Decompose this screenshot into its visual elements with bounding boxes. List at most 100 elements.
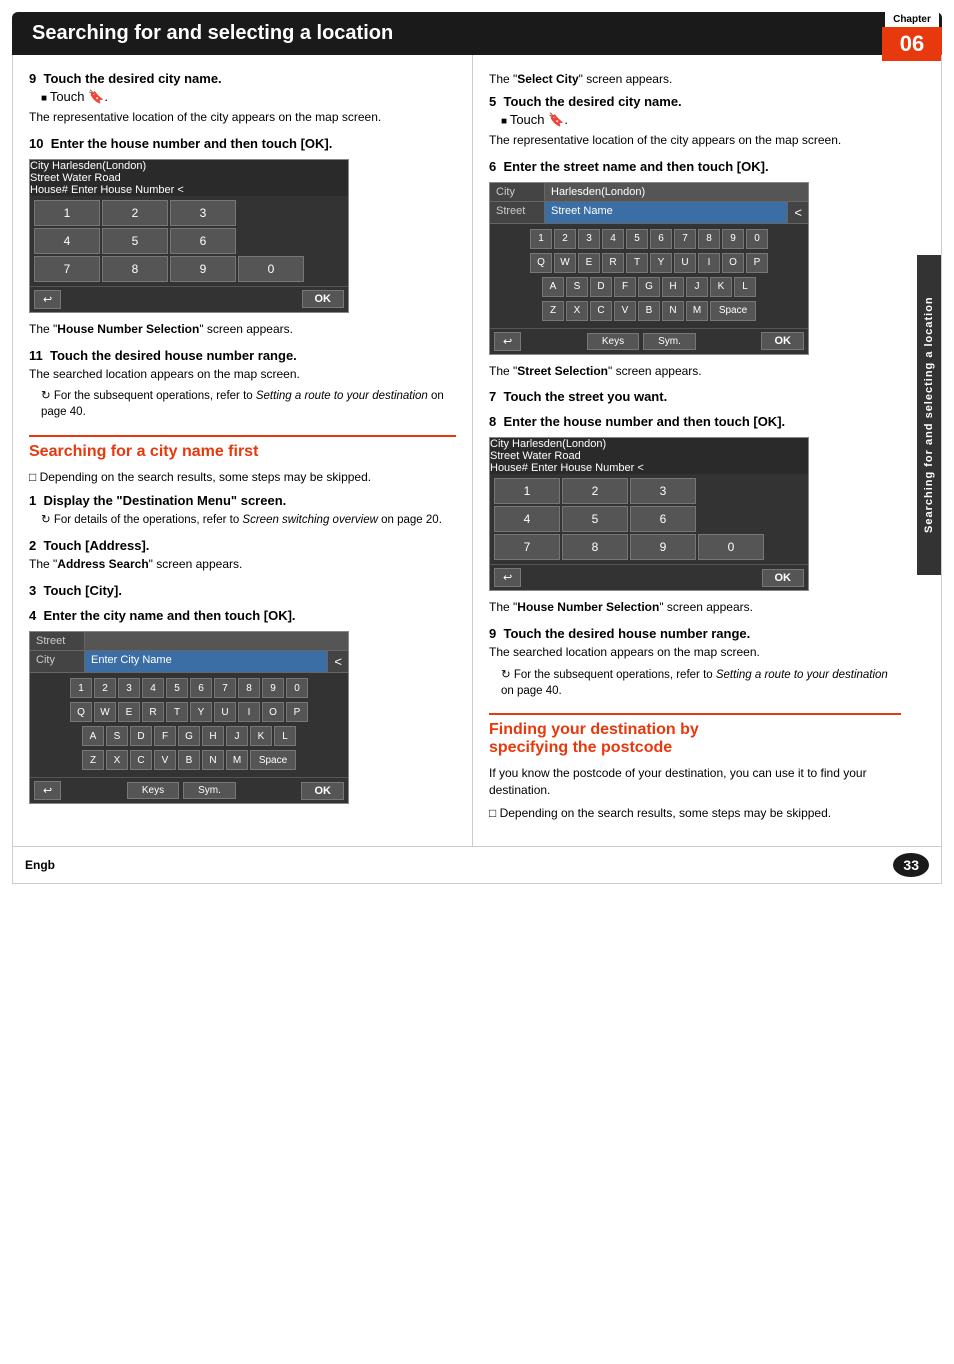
key-k-st[interactable]: K <box>710 277 732 297</box>
key-s-city[interactable]: S <box>106 726 128 746</box>
key-9-st[interactable]: 9 <box>722 229 744 249</box>
key-o-city[interactable]: O <box>262 702 284 722</box>
key-n-st[interactable]: N <box>662 301 684 321</box>
key-5-st[interactable]: 5 <box>626 229 648 249</box>
key-g-st[interactable]: G <box>638 277 660 297</box>
key-r-city[interactable]: R <box>142 702 164 722</box>
key-1-8[interactable]: 1 <box>494 478 560 504</box>
key-z-st[interactable]: Z <box>542 301 564 321</box>
key-a-city[interactable]: A <box>82 726 104 746</box>
key-1-10[interactable]: 1 <box>34 200 100 226</box>
key-7-8[interactable]: 7 <box>494 534 560 560</box>
keys-btn-street[interactable]: Keys <box>587 333 639 350</box>
back-btn-8[interactable]: ↩ <box>494 568 521 587</box>
key-c-st[interactable]: C <box>590 301 612 321</box>
backspace-10[interactable]: < <box>177 184 183 196</box>
key-o-st[interactable]: O <box>722 253 744 273</box>
key-f-st[interactable]: F <box>614 277 636 297</box>
key-0-city[interactable]: 0 <box>286 678 308 698</box>
key-7-st[interactable]: 7 <box>674 229 696 249</box>
key-2-8[interactable]: 2 <box>562 478 628 504</box>
ok-btn-8[interactable]: OK <box>762 569 805 587</box>
key-h-st[interactable]: H <box>662 277 684 297</box>
key-4-10[interactable]: 4 <box>34 228 100 254</box>
key-p-st[interactable]: P <box>746 253 768 273</box>
key-6-8[interactable]: 6 <box>630 506 696 532</box>
key-t-city[interactable]: T <box>166 702 188 722</box>
key-r-st[interactable]: R <box>602 253 624 273</box>
sym-btn-city[interactable]: Sym. <box>183 782 236 799</box>
key-e-city[interactable]: E <box>118 702 140 722</box>
key-0-10[interactable]: 0 <box>238 256 304 282</box>
key-l-city[interactable]: L <box>274 726 296 746</box>
key-8-10[interactable]: 8 <box>102 256 168 282</box>
key-9-10[interactable]: 9 <box>170 256 236 282</box>
key-f-city[interactable]: F <box>154 726 176 746</box>
key-0-st[interactable]: 0 <box>746 229 768 249</box>
back-btn-city[interactable]: ↩ <box>34 781 61 800</box>
key-z-city[interactable]: Z <box>82 750 104 770</box>
key-6-city[interactable]: 6 <box>190 678 212 698</box>
key-m-city[interactable]: M <box>226 750 248 770</box>
key-5-city[interactable]: 5 <box>166 678 188 698</box>
key-9-8[interactable]: 9 <box>630 534 696 560</box>
key-i-st[interactable]: I <box>698 253 720 273</box>
key-k-city[interactable]: K <box>250 726 272 746</box>
key-m-st[interactable]: M <box>686 301 708 321</box>
key-u-city[interactable]: U <box>214 702 236 722</box>
key-j-city[interactable]: J <box>226 726 248 746</box>
ok-btn-street[interactable]: OK <box>761 332 804 350</box>
key-b-city[interactable]: B <box>178 750 200 770</box>
key-p-city[interactable]: P <box>286 702 308 722</box>
key-8-st[interactable]: 8 <box>698 229 720 249</box>
backspace-city[interactable]: < <box>327 651 348 672</box>
key-i-city[interactable]: I <box>238 702 260 722</box>
backspace-8[interactable]: < <box>637 462 643 474</box>
key-2-st[interactable]: 2 <box>554 229 576 249</box>
key-space-st[interactable]: Space <box>710 301 756 321</box>
ok-btn-city[interactable]: OK <box>301 782 344 800</box>
key-a-st[interactable]: A <box>542 277 564 297</box>
key-space-city[interactable]: Space <box>250 750 296 770</box>
key-7-10[interactable]: 7 <box>34 256 100 282</box>
key-j-st[interactable]: J <box>686 277 708 297</box>
key-q-city[interactable]: Q <box>70 702 92 722</box>
key-c-city[interactable]: C <box>130 750 152 770</box>
key-n-city[interactable]: N <box>202 750 224 770</box>
key-y-city[interactable]: Y <box>190 702 212 722</box>
key-l-st[interactable]: L <box>734 277 756 297</box>
key-v-city[interactable]: V <box>154 750 176 770</box>
key-4-8[interactable]: 4 <box>494 506 560 532</box>
key-3-city[interactable]: 3 <box>118 678 140 698</box>
key-2-10[interactable]: 2 <box>102 200 168 226</box>
key-4-city[interactable]: 4 <box>142 678 164 698</box>
key-5-8[interactable]: 5 <box>562 506 628 532</box>
key-5-10[interactable]: 5 <box>102 228 168 254</box>
key-g-city[interactable]: G <box>178 726 200 746</box>
key-q-st[interactable]: Q <box>530 253 552 273</box>
key-v-st[interactable]: V <box>614 301 636 321</box>
key-4-st[interactable]: 4 <box>602 229 624 249</box>
key-0-8[interactable]: 0 <box>698 534 764 560</box>
key-3-8[interactable]: 3 <box>630 478 696 504</box>
key-x-city[interactable]: X <box>106 750 128 770</box>
key-x-st[interactable]: X <box>566 301 588 321</box>
key-t-st[interactable]: T <box>626 253 648 273</box>
key-y-st[interactable]: Y <box>650 253 672 273</box>
key-6-10[interactable]: 6 <box>170 228 236 254</box>
key-3-10[interactable]: 3 <box>170 200 236 226</box>
key-1-st[interactable]: 1 <box>530 229 552 249</box>
key-d-city[interactable]: D <box>130 726 152 746</box>
backspace-street[interactable]: < <box>787 202 808 223</box>
keys-btn-city[interactable]: Keys <box>127 782 179 799</box>
key-6-st[interactable]: 6 <box>650 229 672 249</box>
sym-btn-street[interactable]: Sym. <box>643 333 696 350</box>
key-h-city[interactable]: H <box>202 726 224 746</box>
key-8-city[interactable]: 8 <box>238 678 260 698</box>
key-3-st[interactable]: 3 <box>578 229 600 249</box>
ok-btn-10[interactable]: OK <box>302 290 345 308</box>
key-w-st[interactable]: W <box>554 253 576 273</box>
key-8-8[interactable]: 8 <box>562 534 628 560</box>
key-e-st[interactable]: E <box>578 253 600 273</box>
key-w-city[interactable]: W <box>94 702 116 722</box>
